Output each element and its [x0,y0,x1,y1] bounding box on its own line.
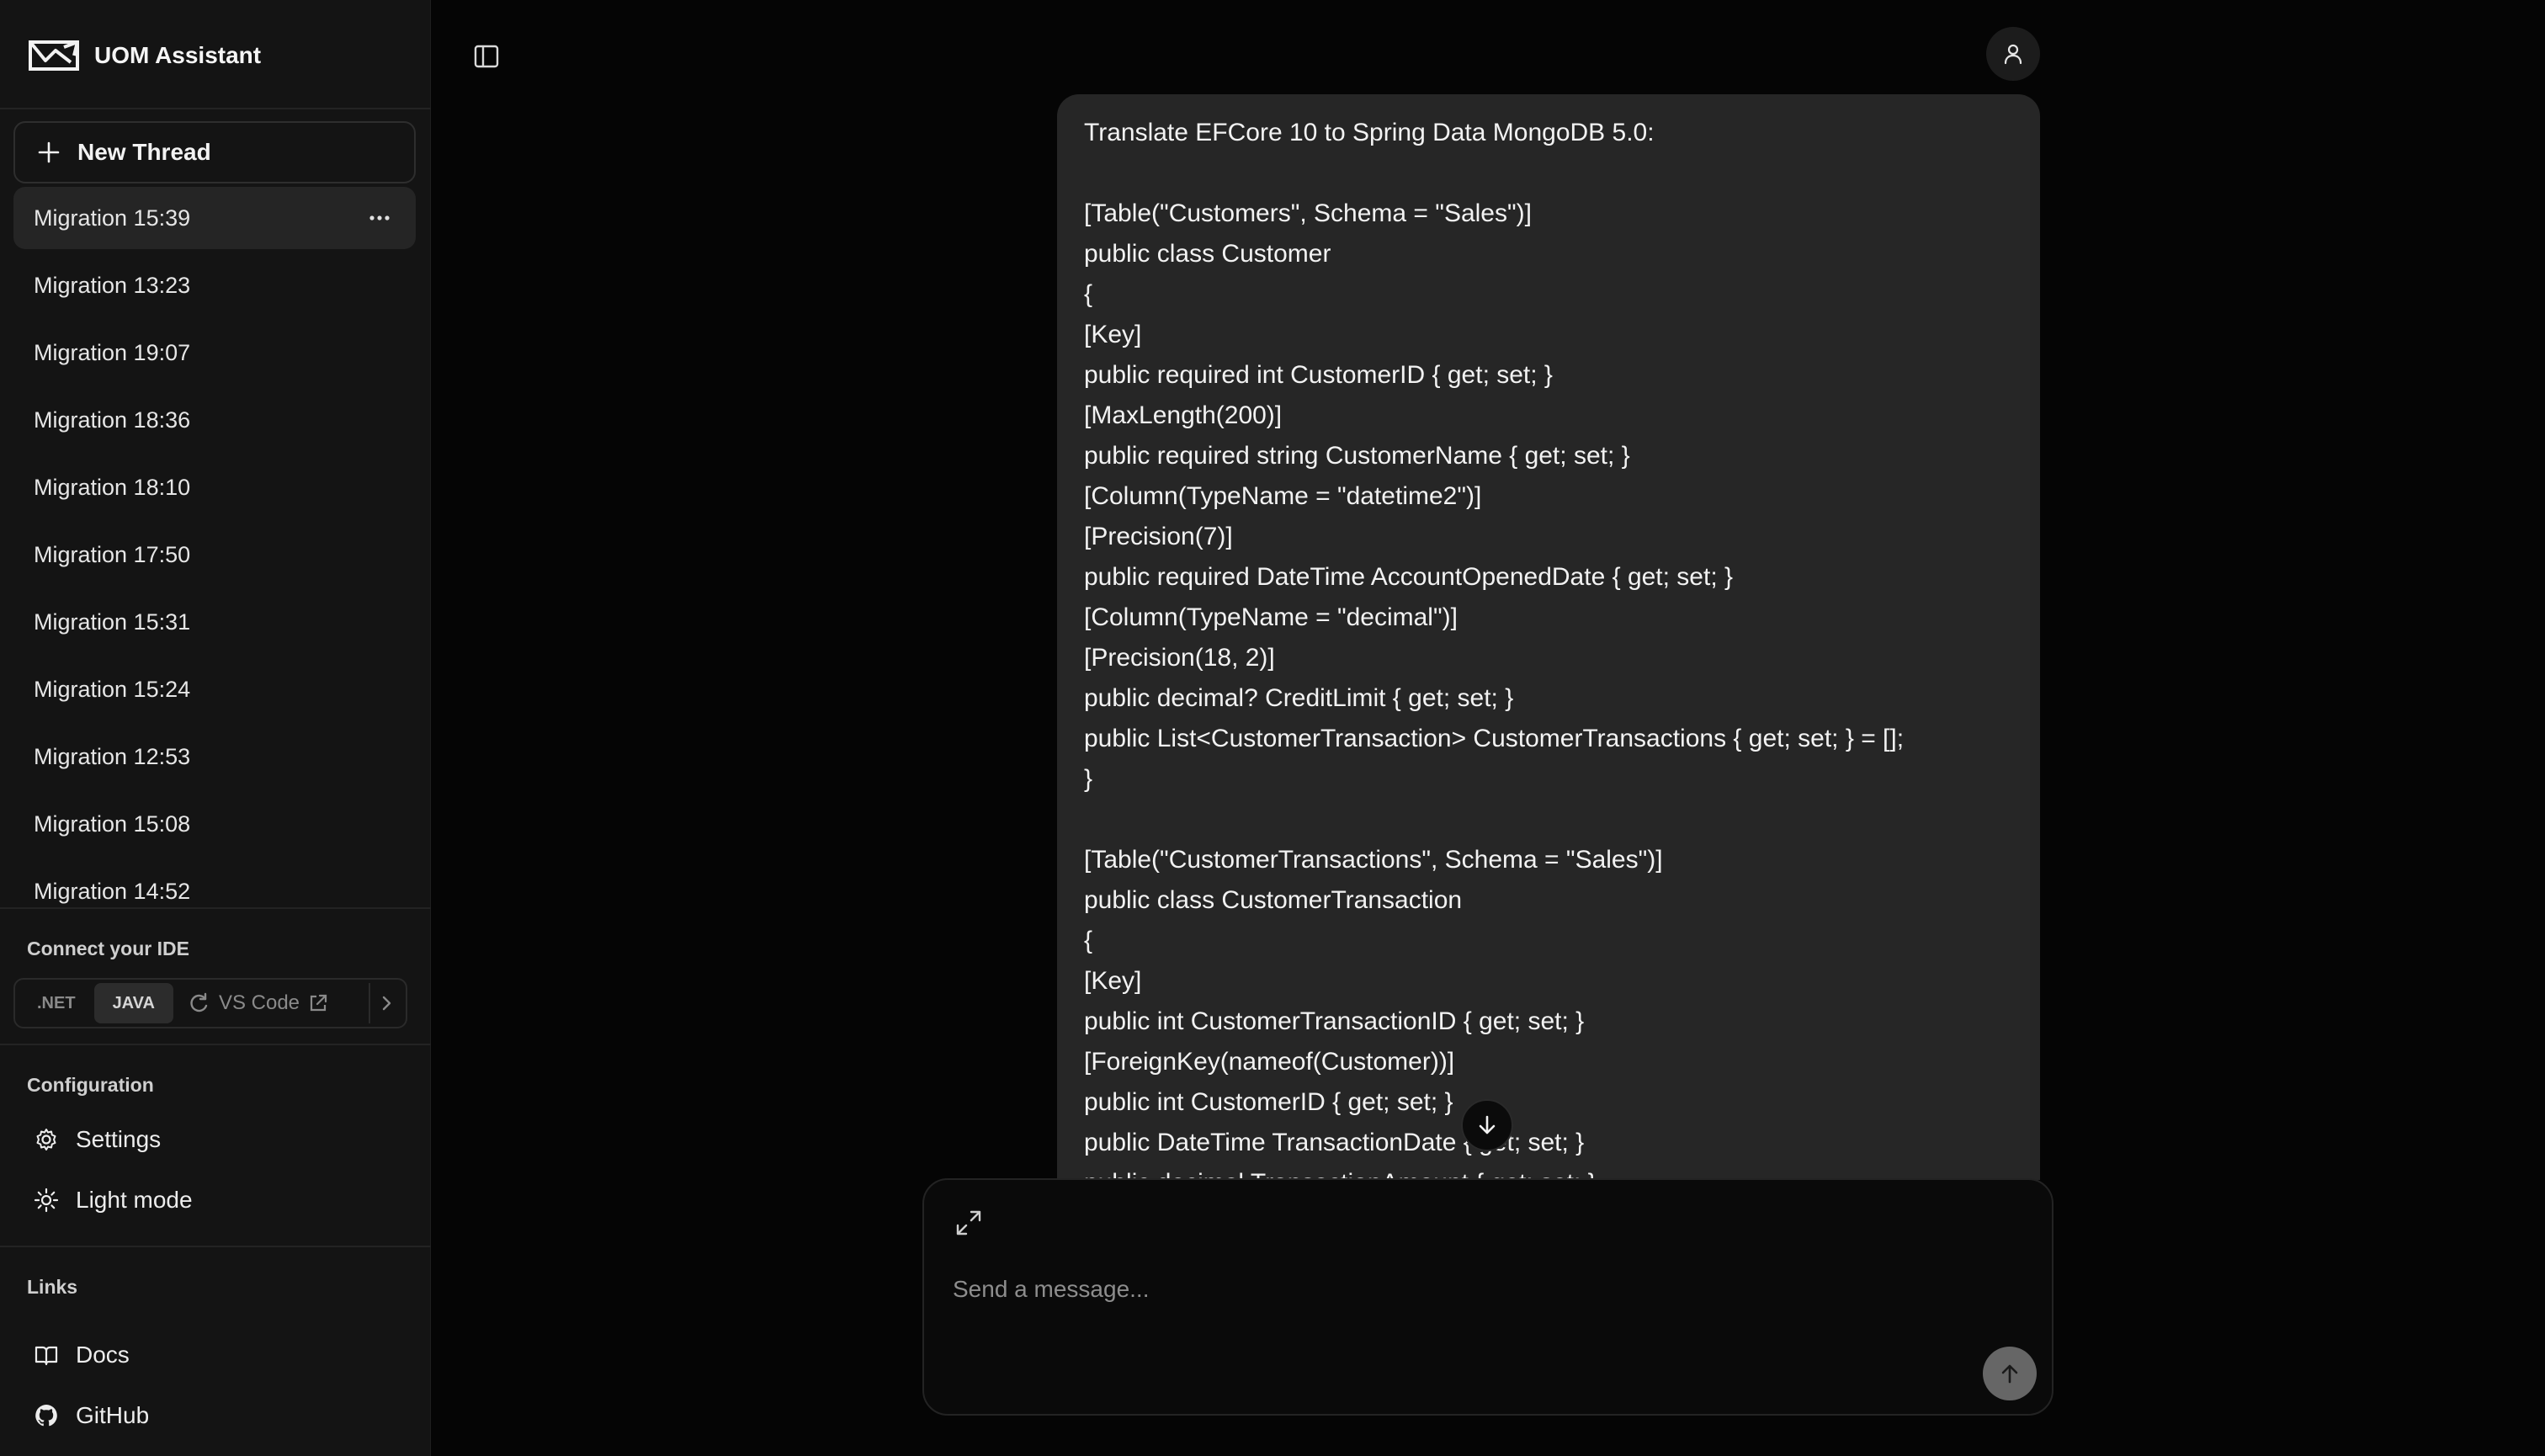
thread-label: Migration 14:52 [34,878,191,904]
thread-label: Migration 18:36 [34,407,191,433]
thread-label: Migration 12:53 [34,743,191,769]
ide-option-java[interactable]: JAVA [93,983,173,1023]
configuration-heading: Configuration [27,1074,154,1096]
toggle-sidebar-button[interactable] [473,44,502,69]
thread-label: Migration 17:50 [34,541,191,567]
thread-label: Migration 19:07 [34,339,191,365]
sun-icon [34,1188,59,1213]
scroll-to-bottom-button[interactable] [1461,1099,1513,1151]
arrow-down-icon [1479,1115,1496,1135]
thread-item[interactable]: Migration 18:36 [13,389,416,451]
vscode-label: VS Code [218,991,300,1014]
thread-item[interactable]: Migration 17:50 [13,523,416,586]
theme-label: Light mode [76,1187,193,1213]
expand-icon [956,1210,981,1235]
links-heading: Links [27,1276,78,1298]
message-composer [922,1178,2054,1416]
thread-item[interactable]: Migration 18:10 [13,456,416,518]
book-icon [35,1346,58,1366]
thread-item[interactable]: Migration 15:39 [13,187,416,249]
external-link-icon [310,994,327,1012]
thread-label: Migration 18:10 [34,474,191,500]
ide-heading: Connect your IDE [27,938,189,959]
thread-item[interactable]: Migration 15:08 [13,793,416,855]
settings-button[interactable]: Settings [34,1126,161,1153]
github-icon [35,1405,57,1427]
plus-icon [38,141,60,163]
brand[interactable]: UOM Assistant [27,34,261,77]
thread-label: Migration 15:08 [34,810,191,837]
refresh-icon [190,992,208,1012]
docs-link[interactable]: Docs [34,1342,130,1368]
thread-label: Migration 15:39 [34,205,191,231]
divider [0,1246,431,1247]
uom-logo-icon [29,40,79,71]
user-icon [2004,44,2022,65]
app-title: UOM Assistant [94,42,262,68]
ide-selector: .NET JAVA VS Code [13,978,407,1028]
settings-label: Settings [76,1126,162,1152]
sidebar-panel-icon [474,45,499,68]
thread-item[interactable]: Migration 12:53 [13,725,416,788]
thread-label: Migration 15:24 [34,676,191,702]
more-options-icon[interactable] [367,205,392,231]
divider [0,108,431,109]
github-link[interactable]: GitHub [34,1402,149,1429]
sidebar: UOM Assistant New Thread Migration 15:39… [0,0,431,1456]
ide-next-button[interactable] [369,983,402,1023]
ide-option-dotnet[interactable]: .NET [19,983,94,1023]
message-input[interactable] [951,1266,1961,1313]
thread-item[interactable]: Migration 15:24 [13,658,416,720]
new-thread-label: New Thread [77,139,211,165]
message-text: Translate EFCore 10 to Spring Data Mongo… [1084,119,1905,1180]
thread-list: Migration 15:39 Migration 13:23 Migratio… [13,187,416,907]
arrow-up-icon [2001,1364,2018,1384]
thread-item[interactable]: Migration 19:07 [13,321,416,384]
github-label: GitHub [76,1402,150,1428]
expand-button[interactable] [954,1209,983,1237]
docs-label: Docs [76,1342,130,1368]
theme-toggle-button[interactable]: Light mode [34,1187,193,1214]
new-thread-button[interactable]: New Thread [13,121,416,183]
gear-icon [36,1129,56,1150]
send-button[interactable] [1983,1347,2037,1400]
thread-label: Migration 13:23 [34,272,191,298]
thread-label: Migration 15:31 [34,608,191,635]
thread-item[interactable]: Migration 15:31 [13,591,416,653]
user-avatar-button[interactable] [1986,27,2040,81]
divider [0,907,431,909]
thread-item[interactable]: Migration 13:23 [13,254,416,316]
divider [0,1044,431,1045]
user-message: Translate EFCore 10 to Spring Data Mongo… [1057,94,2040,1180]
chevron-right-icon [382,996,391,1011]
thread-item[interactable]: Migration 14:52 [13,860,416,907]
vscode-link[interactable]: VS Code [173,991,342,1015]
